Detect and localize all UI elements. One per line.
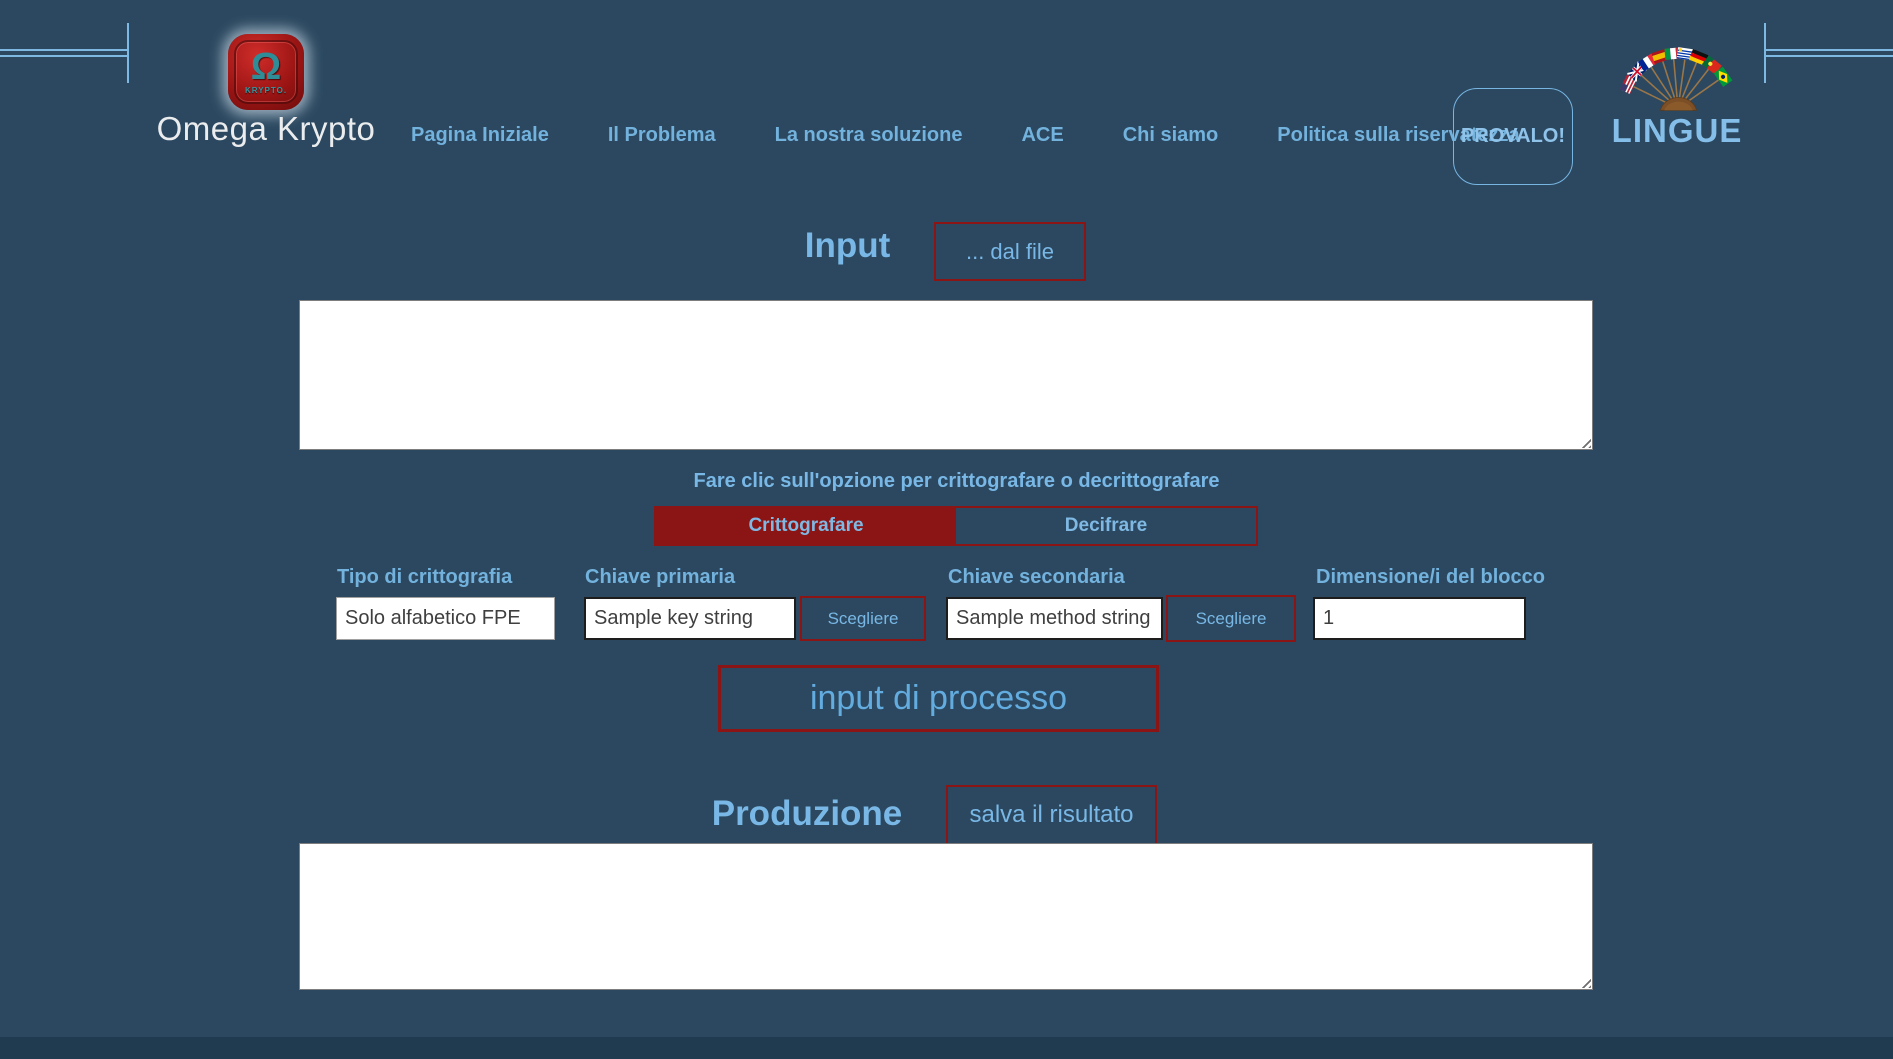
nav-pagina-iniziale[interactable]: Pagina Iniziale xyxy=(411,124,549,147)
decor-line xyxy=(1764,49,1893,51)
process-input-button[interactable]: input di processo xyxy=(718,665,1159,732)
flags-image[interactable] xyxy=(1613,36,1743,124)
decrypt-option[interactable]: Decifrare xyxy=(956,508,1256,544)
mode-toggle: Crittografare Decifrare xyxy=(654,506,1258,546)
crypto-type-input[interactable] xyxy=(336,597,555,640)
output-textarea[interactable] xyxy=(300,844,1592,989)
primary-key-input[interactable] xyxy=(584,597,796,640)
primary-key-label: Chiave primaria xyxy=(585,566,735,589)
crypto-type-label: Tipo di crittografia xyxy=(337,566,512,589)
output-section-title: Produzione xyxy=(707,794,907,834)
decor-line xyxy=(1764,55,1893,57)
provalo-button[interactable]: PROVALO! xyxy=(1453,88,1573,185)
save-result-button[interactable]: salva il risultato xyxy=(946,785,1157,845)
block-size-input[interactable] xyxy=(1313,597,1526,640)
load-from-file-button[interactable]: ... dal file xyxy=(934,222,1086,281)
logo-inner-frame: Ω KRYPTO. xyxy=(234,40,298,104)
omega-symbol: Ω xyxy=(251,49,281,85)
input-textarea[interactable] xyxy=(300,301,1592,449)
choose-secondary-key-button[interactable]: Scegliere xyxy=(1166,595,1296,642)
block-size-label: Dimensione/i del blocco xyxy=(1316,566,1545,589)
input-textarea-container xyxy=(299,300,1593,450)
decor-line xyxy=(0,49,127,51)
decor-line xyxy=(127,23,129,83)
encrypt-option[interactable]: Crittografare xyxy=(656,508,956,544)
nav-ace[interactable]: ACE xyxy=(1021,124,1063,147)
omega-krypto-page: Ω KRYPTO. Omega Krypto Pagina Iniziale I… xyxy=(0,0,1893,1059)
mode-caption: Fare clic sull'opzione per crittografare… xyxy=(656,470,1257,493)
decor-line xyxy=(0,55,127,57)
main-nav: Pagina Iniziale Il Problema La nostra so… xyxy=(411,124,1520,147)
choose-primary-key-button[interactable]: Scegliere xyxy=(800,596,926,641)
nav-la-nostra-soluzione[interactable]: La nostra soluzione xyxy=(775,124,963,147)
output-textarea-container xyxy=(299,843,1593,990)
logo-text: KRYPTO. xyxy=(245,86,287,95)
secondary-key-label: Chiave secondaria xyxy=(948,566,1125,589)
lingue-label[interactable]: LINGUE xyxy=(1602,112,1752,150)
footer-bar xyxy=(0,1037,1893,1059)
omega-krypto-logo-icon[interactable]: Ω KRYPTO. xyxy=(228,34,304,110)
nav-il-problema[interactable]: Il Problema xyxy=(608,124,716,147)
input-section-title: Input xyxy=(780,226,915,266)
decor-line xyxy=(1764,23,1766,83)
secondary-key-input[interactable] xyxy=(946,597,1163,640)
nav-chi-siamo[interactable]: Chi siamo xyxy=(1123,124,1219,147)
page-title: Omega Krypto xyxy=(140,110,392,148)
